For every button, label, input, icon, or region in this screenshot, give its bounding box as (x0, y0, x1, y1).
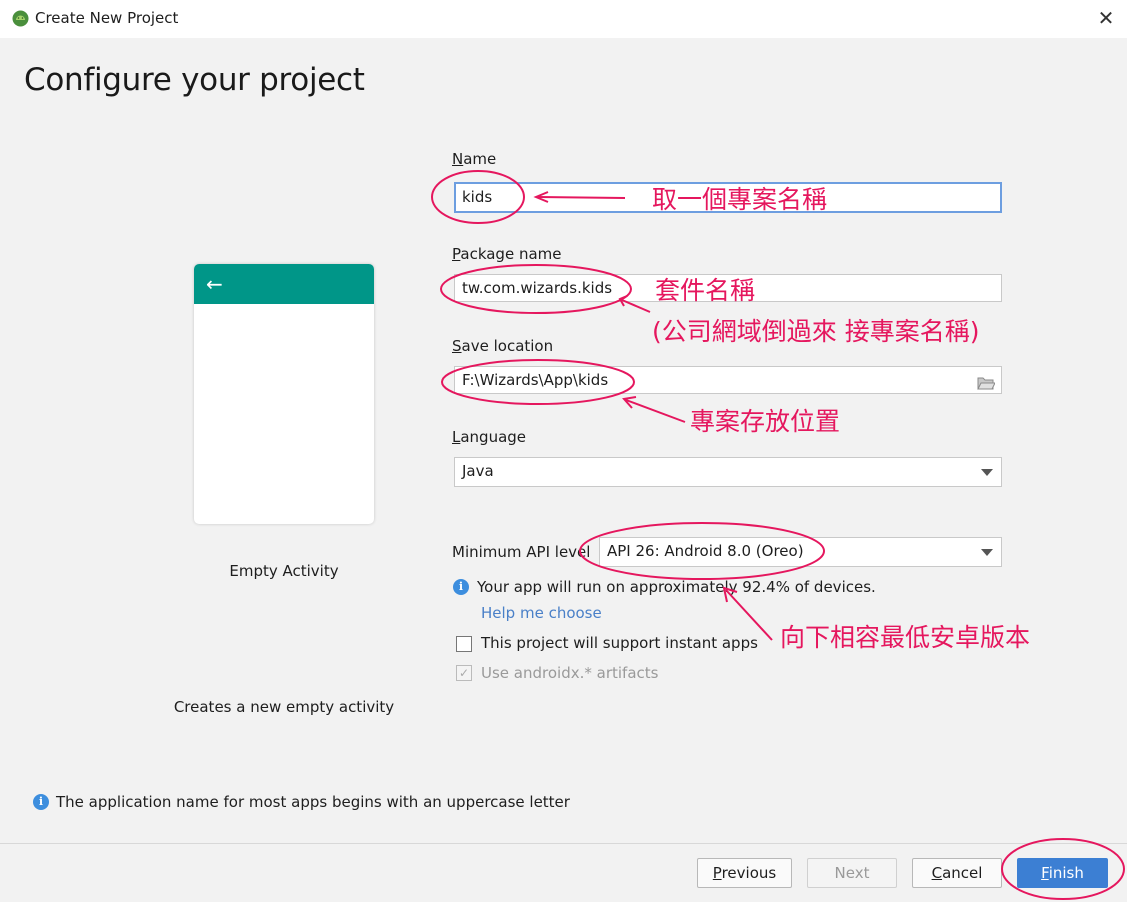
annotation-package-sub: (公司網域倒過來 接專案名稱) (652, 317, 980, 346)
footer-info-text: The application name for most apps begin… (56, 793, 570, 811)
previous-button[interactable]: Previous (697, 858, 792, 888)
annotation-overlay (431, 170, 1125, 900)
annotation-location-note: 專案存放位置 (690, 407, 841, 436)
window-title: Create New Project (35, 9, 179, 27)
footer-divider (0, 843, 1127, 844)
annotation-package-note: 套件名稱 (655, 276, 756, 305)
instant-apps-checkbox[interactable] (456, 636, 472, 652)
activity-preview: ← (194, 264, 374, 524)
language-value: Java (462, 462, 494, 480)
save-location-input[interactable]: F:\Wizards\App\kids (454, 366, 1002, 394)
next-button[interactable]: Next (807, 858, 897, 888)
annotation-name-note: 取一個專案名稱 (652, 185, 828, 214)
min-api-select[interactable]: API 26: Android 8.0 (Oreo) (599, 537, 1002, 567)
finish-button[interactable]: Finish (1017, 858, 1108, 888)
min-api-label: Minimum API level (452, 543, 591, 561)
androidx-checkbox[interactable]: ✓ (456, 665, 472, 681)
cancel-button[interactable]: Cancel (912, 858, 1002, 888)
info-icon: i (453, 579, 469, 595)
folder-icon[interactable] (977, 372, 996, 398)
page-title: Configure your project (24, 62, 365, 98)
androidx-label: Use androidx.* artifacts (481, 664, 659, 682)
chevron-down-icon (981, 469, 993, 476)
preview-toolbar: ← (194, 264, 374, 304)
close-icon[interactable]: ✕ (1092, 4, 1120, 32)
annotation-arrow-api (725, 589, 773, 641)
package-name-label: Package name (452, 245, 562, 263)
save-location-label: Save location (452, 337, 554, 355)
activity-name: Empty Activity (229, 562, 339, 580)
help-me-choose-link[interactable]: Help me choose (481, 604, 602, 622)
android-studio-icon (12, 10, 29, 27)
title-bar: Create New Project ✕ (0, 0, 1127, 38)
annotation-api-note: 向下相容最低安卓版本 (780, 623, 1031, 652)
name-label: Name (452, 150, 497, 168)
language-label: Language (452, 428, 527, 446)
activity-description: Creates a new empty activity (173, 698, 395, 716)
info-icon: i (33, 794, 49, 810)
instant-apps-label: This project will support instant apps (481, 634, 758, 652)
back-arrow-icon: ← (206, 272, 223, 296)
language-select[interactable]: Java (454, 457, 1002, 487)
device-coverage-text: Your app will run on approximately 92.4%… (477, 578, 876, 596)
min-api-value: API 26: Android 8.0 (Oreo) (607, 542, 804, 560)
annotation-arrow-location (625, 399, 686, 423)
chevron-down-icon (981, 549, 993, 556)
save-location-value: F:\Wizards\App\kids (462, 371, 609, 389)
